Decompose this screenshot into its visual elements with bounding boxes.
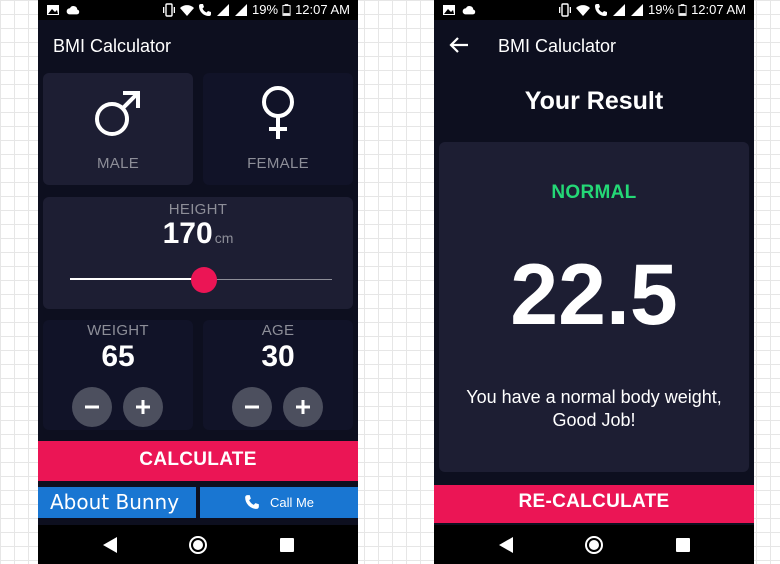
height-label: HEIGHT: [168, 201, 228, 218]
nav-back-icon[interactable]: [102, 536, 118, 554]
result-status: NORMAL: [551, 182, 637, 203]
nav-back-icon[interactable]: [498, 536, 514, 554]
about-bunny-button[interactable]: About Bunny: [38, 487, 196, 518]
calculate-button[interactable]: CALCULATE: [38, 441, 358, 481]
status-bar: 19% 12:07 AM: [434, 0, 754, 20]
female-icon: [262, 86, 294, 139]
app-title: BMI Calculator: [53, 36, 172, 56]
age-decrement-button[interactable]: [232, 387, 272, 427]
result-heading: Your Result: [524, 87, 664, 115]
system-nav-bar: [38, 525, 358, 564]
signal-icon: [631, 4, 644, 16]
recalculate-button[interactable]: RE-CALCULATE: [434, 485, 754, 523]
vibrate-icon: [559, 3, 572, 17]
weight-decrement-button[interactable]: [72, 387, 112, 427]
call-me-label: Call Me: [269, 495, 315, 510]
battery-percent: 19%: [648, 2, 675, 17]
nav-home-icon[interactable]: [188, 535, 208, 555]
nav-home-icon[interactable]: [584, 535, 604, 555]
app-bar: BMI Calculator: [38, 20, 358, 70]
app-title: BMI Caluclator: [498, 36, 617, 56]
plus-icon: [136, 400, 150, 414]
clock: 12:07 AM: [295, 2, 350, 17]
plus-icon: [296, 400, 310, 414]
signal-icon: [613, 4, 626, 16]
result-message: You have a normal body weight, Good Job!: [466, 387, 722, 430]
wifi-icon: [180, 5, 195, 16]
clock: 12:07 AM: [691, 2, 746, 17]
cloud-icon: [66, 6, 80, 15]
bmi-input-screen: 19% 12:07 AM BMI Calculator MALE FEMALE …: [38, 0, 358, 564]
back-arrow-icon[interactable]: [448, 35, 470, 55]
weight-value: 65: [101, 340, 135, 373]
height-slider-active-track: [70, 278, 204, 280]
height-unit: cm: [214, 230, 234, 246]
system-nav-bar: [434, 525, 754, 564]
male-label: MALE: [96, 155, 140, 172]
height-slider-thumb[interactable]: [190, 267, 217, 293]
call-me-button[interactable]: Call Me: [200, 487, 358, 518]
male-card[interactable]: MALE: [43, 73, 193, 185]
call-icon: [199, 4, 212, 16]
female-card[interactable]: FEMALE: [203, 73, 353, 185]
image-icon: [443, 5, 455, 15]
battery-icon: [678, 4, 687, 16]
height-value: 170: [162, 217, 213, 250]
cloud-icon: [462, 6, 476, 15]
vibrate-icon: [163, 3, 176, 17]
result-card: NORMAL 22.5 You have a normal body weigh…: [439, 142, 749, 472]
height-readout: 170 cm: [43, 217, 353, 251]
bmi-value: 22.5: [510, 247, 678, 343]
signal-icon: [217, 4, 230, 16]
minus-icon: [245, 405, 259, 409]
weight-label: WEIGHT: [87, 322, 149, 339]
weight-card: WEIGHT 65: [43, 320, 193, 430]
app-bar: BMI Caluclator: [434, 20, 754, 70]
phone-icon: [245, 495, 259, 509]
nav-recents-icon[interactable]: [676, 538, 690, 552]
weight-increment-button[interactable]: [123, 387, 163, 427]
age-increment-button[interactable]: [283, 387, 323, 427]
age-card: AGE 30: [203, 320, 353, 430]
nav-recents-icon[interactable]: [280, 538, 294, 552]
status-bar: 19% 12:07 AM: [38, 0, 358, 20]
male-icon: [95, 91, 140, 136]
wifi-icon: [576, 5, 591, 16]
battery-icon: [282, 4, 291, 16]
image-icon: [47, 5, 59, 15]
minus-icon: [85, 405, 99, 409]
age-label: AGE: [261, 322, 295, 339]
signal-icon: [235, 4, 248, 16]
female-label: FEMALE: [247, 155, 309, 172]
battery-percent: 19%: [252, 2, 279, 17]
age-value: 30: [261, 340, 295, 373]
bmi-result-screen: 19% 12:07 AM BMI Caluclator Your Result …: [434, 0, 754, 564]
call-icon: [595, 4, 608, 16]
height-card: HEIGHT 170 cm: [43, 197, 353, 309]
